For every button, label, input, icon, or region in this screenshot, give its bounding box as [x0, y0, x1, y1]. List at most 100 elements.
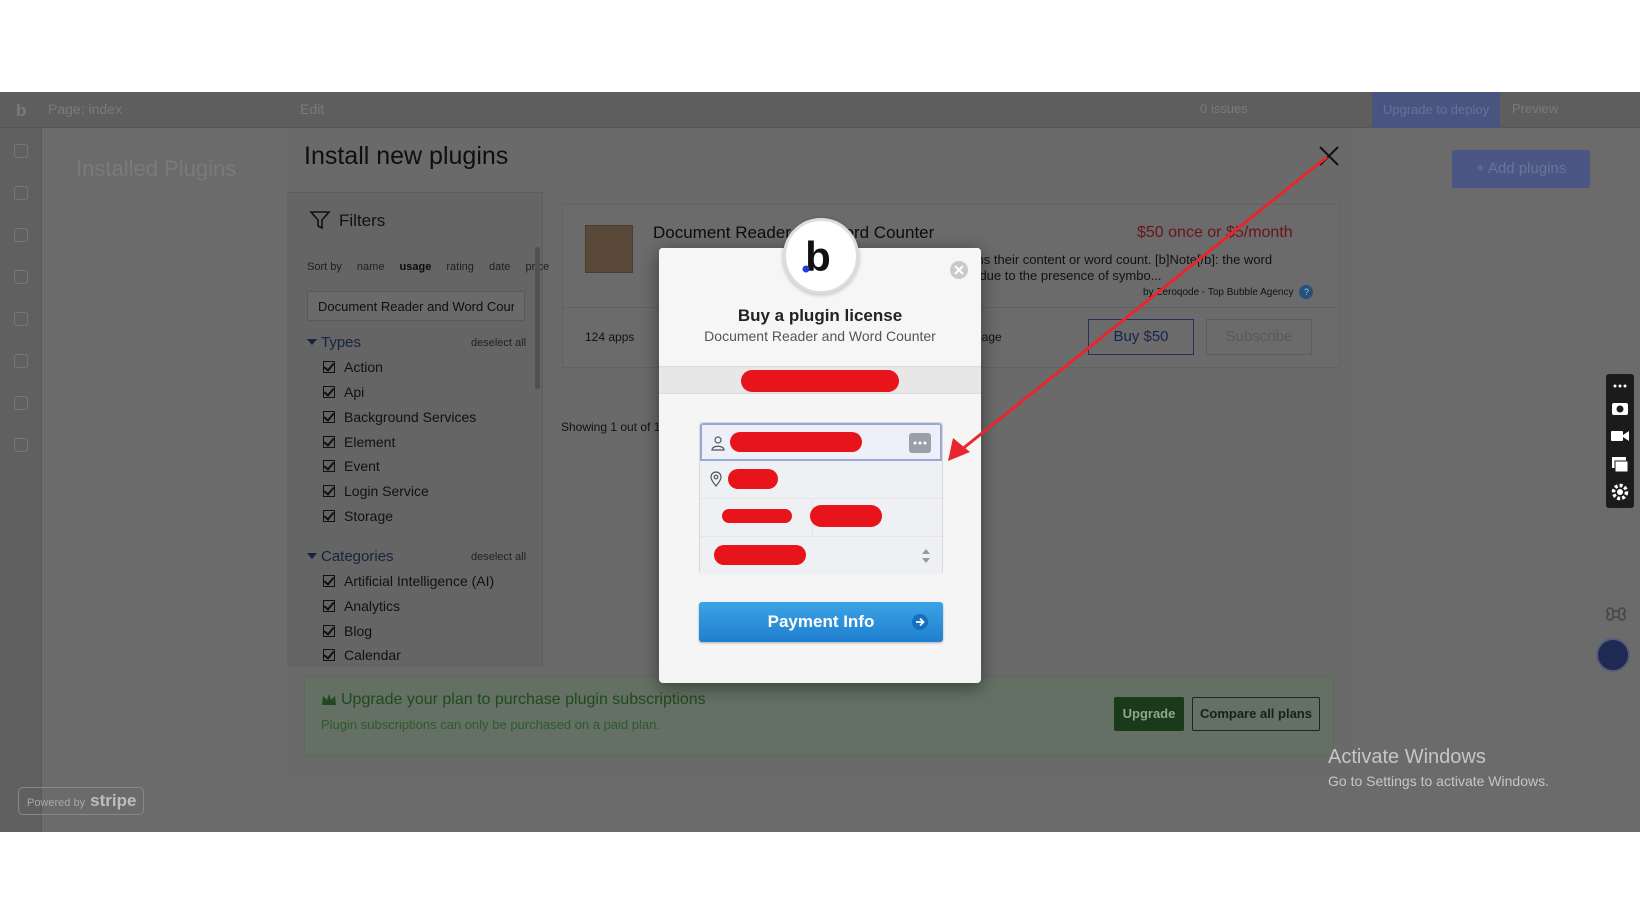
close-icon[interactable] — [1317, 144, 1341, 168]
workflow-tab-icon[interactable] — [14, 186, 28, 200]
caret-down-icon — [307, 553, 317, 559]
checkbox-checked-icon — [323, 575, 335, 587]
upgrade-to-deploy-button[interactable]: Upgrade to deploy — [1372, 92, 1500, 128]
compare-plans-button[interactable]: Compare all plans — [1192, 697, 1320, 731]
billing-address-form — [699, 422, 943, 575]
category-label: Analytics — [344, 598, 401, 614]
funnel-icon — [309, 211, 331, 230]
redacted-zip — [722, 509, 792, 523]
edit-menu[interactable]: Edit — [300, 101, 324, 117]
close-icon[interactable] — [949, 260, 969, 280]
logs-tab-icon[interactable] — [14, 396, 28, 410]
video-icon[interactable] — [1610, 426, 1630, 446]
type-label: Login Service — [344, 483, 429, 499]
upgrade-title: Upgrade your plan to purchase plugin sub… — [341, 691, 706, 708]
category-label: Artificial Intelligence (AI) — [344, 573, 495, 589]
sort-option-rating[interactable]: rating — [446, 261, 474, 273]
categories-deselect-all[interactable]: deselect all — [471, 551, 526, 563]
bubble-logo-icon[interactable]: b — [16, 101, 26, 121]
settings-tab-icon[interactable] — [14, 354, 28, 368]
caret-down-icon — [307, 339, 317, 345]
type-element-checkbox[interactable]: Element — [323, 434, 395, 450]
more-icon[interactable] — [1610, 376, 1630, 396]
stripe-logo: stripe — [90, 791, 137, 810]
type-api-checkbox[interactable]: Api — [323, 384, 364, 400]
checkbox-checked-icon — [323, 485, 335, 497]
checkout-header: b Buy a plugin license Document Reader a… — [659, 218, 981, 366]
plugin-search-input[interactable] — [307, 291, 525, 321]
checkbox-checked-icon — [323, 649, 335, 661]
category-blog-checkbox[interactable]: Blog — [323, 623, 372, 639]
autofill-more-icon[interactable] — [909, 433, 931, 453]
category-analytics-checkbox[interactable]: Analytics — [323, 598, 400, 614]
powered-by-stripe-badge[interactable]: Powered by stripe — [18, 787, 144, 815]
checkbox-checked-icon — [323, 510, 335, 522]
subscribe-button[interactable]: Subscribe — [1206, 319, 1312, 355]
sort-option-date[interactable]: date — [489, 261, 510, 273]
design-tab-icon[interactable] — [14, 144, 28, 158]
types-toggle[interactable]: Types — [307, 334, 361, 351]
powered-by-label: Powered by — [27, 797, 86, 809]
payment-info-button[interactable]: Payment Info — [699, 602, 943, 642]
type-action-checkbox[interactable]: Action — [323, 359, 383, 375]
type-login-service-checkbox[interactable]: Login Service — [323, 483, 429, 499]
plugin-author[interactable]: by Zeroqode - Top Bubble Agency? — [1143, 285, 1314, 299]
gear-icon[interactable] — [1610, 482, 1630, 502]
type-label: Api — [344, 384, 365, 400]
type-storage-checkbox[interactable]: Storage — [323, 508, 393, 524]
filters-scrollbar[interactable] — [535, 247, 540, 389]
camera-icon[interactable] — [1610, 398, 1630, 418]
redacted-name — [730, 432, 862, 452]
issues-count[interactable]: 0 issues — [1200, 101, 1248, 116]
svg-text:b: b — [805, 233, 831, 280]
plugin-description-line: rs due to the presence of symbo... — [965, 268, 1162, 283]
upgrade-subtitle: Plugin subscriptions can only be purchas… — [321, 717, 660, 732]
category-ai-checkbox[interactable]: Artificial Intelligence (AI) — [323, 573, 494, 589]
location-pin-icon — [710, 471, 722, 487]
command-icon[interactable] — [1606, 604, 1626, 624]
plugin-thumbnail[interactable] — [585, 225, 633, 273]
name-field[interactable] — [700, 423, 942, 461]
category-label: Calendar — [344, 647, 401, 663]
filters-panel: Filters Sort by name usage rating date p… — [287, 192, 549, 667]
page-selector[interactable]: Page: index — [48, 101, 122, 117]
plugins-tab-icon[interactable] — [14, 312, 28, 326]
results-count: Showing 1 out of 1 — [561, 420, 661, 434]
sort-option-name[interactable]: name — [357, 261, 385, 273]
sort-by-row: Sort by name usage rating date price — [307, 261, 561, 273]
data-tab-icon[interactable] — [14, 228, 28, 242]
street-address-field[interactable] — [700, 461, 942, 499]
analytics-tab-icon[interactable] — [14, 438, 28, 452]
type-event-checkbox[interactable]: Event — [323, 458, 380, 474]
type-background-services-checkbox[interactable]: Background Services — [323, 409, 476, 425]
types-deselect-all[interactable]: deselect all — [471, 337, 526, 349]
add-plugins-button[interactable]: + Add plugins — [1452, 150, 1590, 188]
bubble-b-logo-icon: b — [802, 233, 831, 280]
checkout-subtitle: Document Reader and Word Counter — [704, 328, 936, 344]
upgrade-button[interactable]: Upgrade — [1114, 697, 1184, 731]
buy-button[interactable]: Buy $50 — [1088, 319, 1194, 355]
category-calendar-checkbox[interactable]: Calendar — [323, 647, 401, 663]
screen-recorder-toolbar — [1606, 374, 1634, 508]
styles-tab-icon[interactable] — [14, 270, 28, 284]
payment-info-label: Payment Info — [767, 612, 875, 631]
window-capture-icon[interactable] — [1610, 454, 1630, 474]
checkbox-checked-icon — [323, 600, 335, 612]
bubble-logo: b — [783, 218, 859, 294]
preview-button[interactable]: Preview — [1512, 101, 1558, 116]
category-label: Blog — [344, 623, 373, 639]
redacted-address — [728, 469, 778, 489]
redacted-city — [810, 505, 882, 527]
sort-option-usage[interactable]: usage — [400, 261, 432, 273]
arrow-right-icon — [912, 614, 928, 630]
person-icon — [711, 436, 725, 451]
country-select[interactable] — [700, 537, 942, 575]
help-icon[interactable]: ? — [1299, 285, 1314, 299]
crown-icon — [322, 694, 336, 705]
redacted-country — [714, 545, 806, 565]
assistant-chat-icon[interactable] — [1596, 638, 1630, 672]
checkbox-checked-icon — [323, 460, 335, 472]
categories-toggle[interactable]: Categories — [307, 548, 394, 565]
checkbox-checked-icon — [323, 625, 335, 637]
type-label: Action — [344, 359, 383, 375]
